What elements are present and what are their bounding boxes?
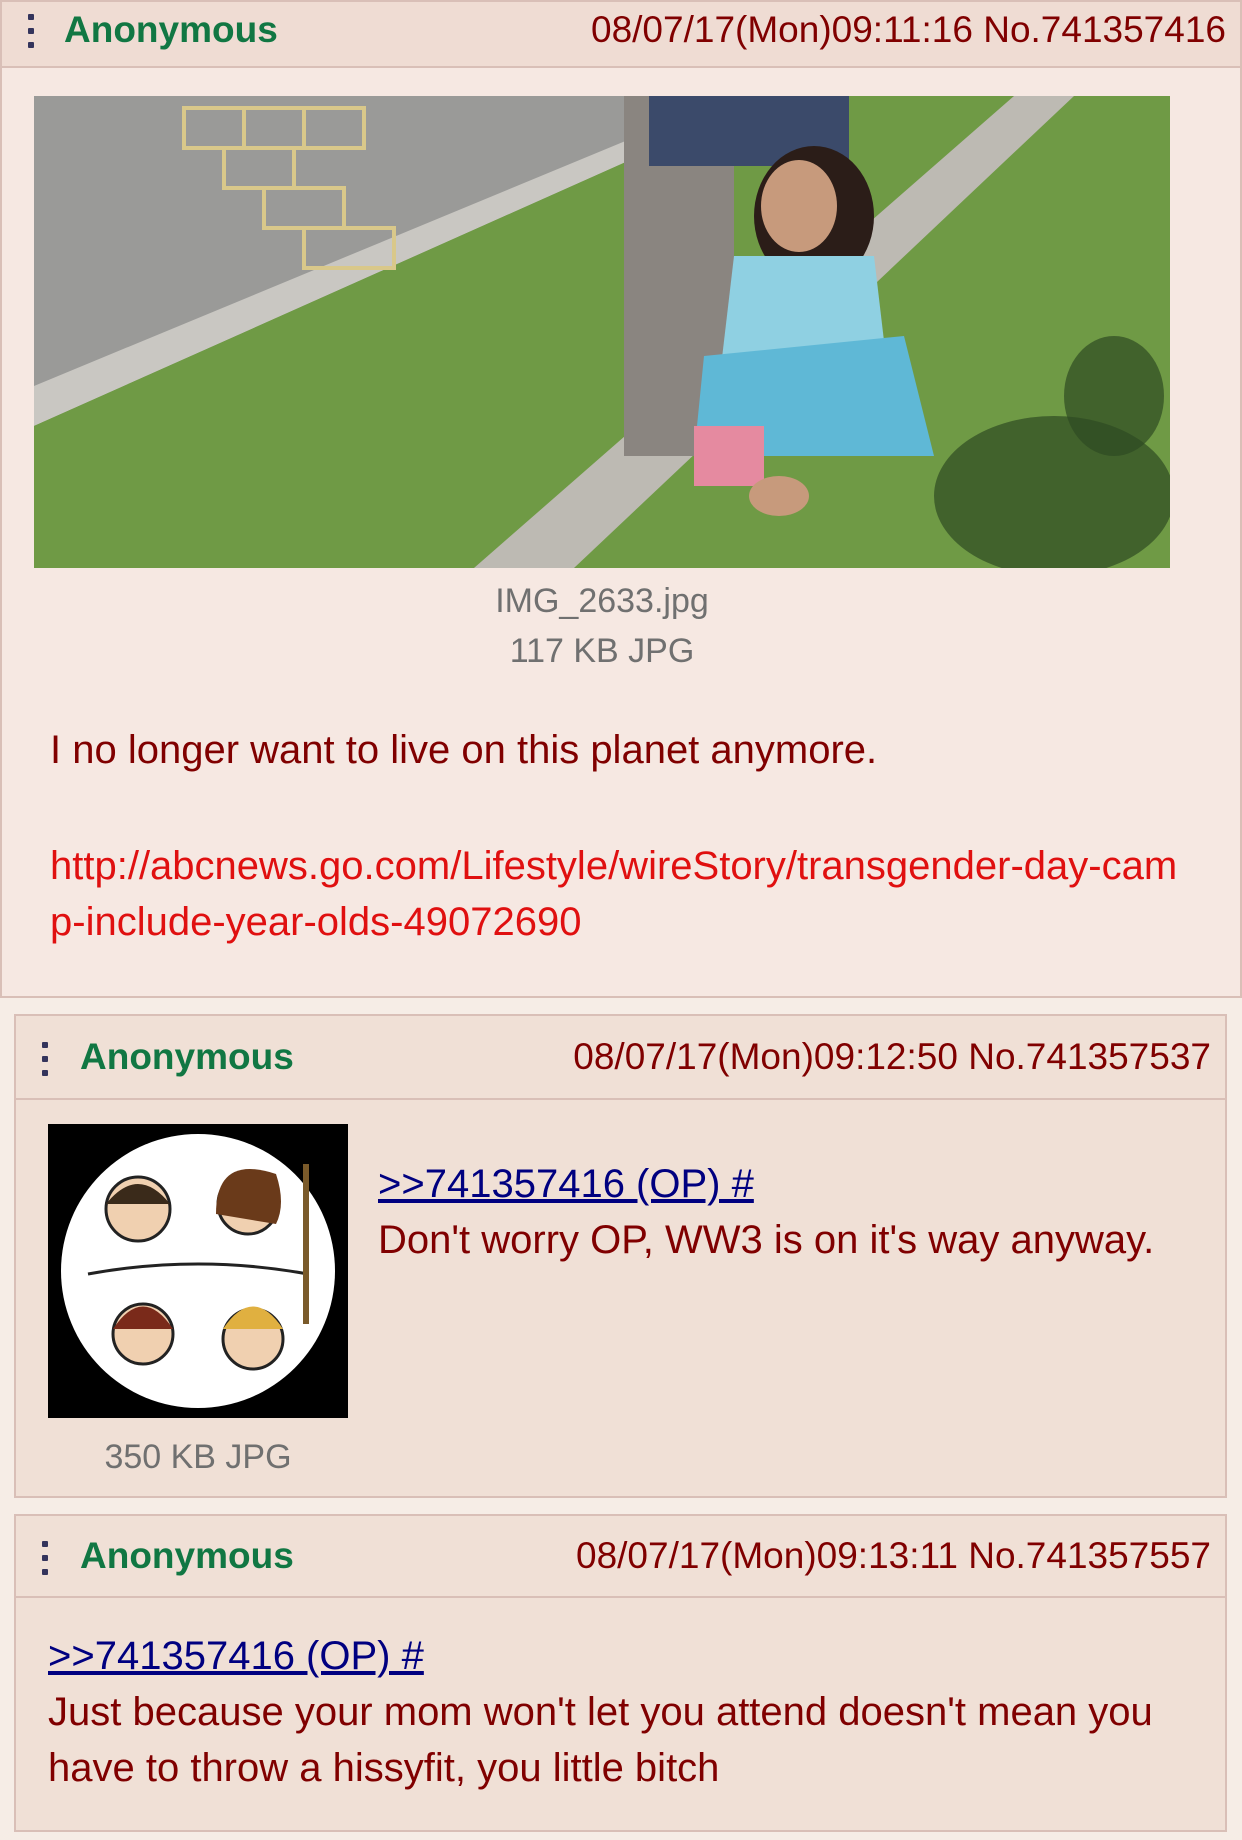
post-meta: 08/07/17(Mon)09:11:16 No.741357416 — [591, 9, 1226, 51]
post-op: Anonymous 08/07/17(Mon)09:11:16 No.74135… — [0, 0, 1242, 998]
reply-post: Anonymous 08/07/17(Mon)09:12:50 No.74135… — [14, 1014, 1227, 1498]
quote-link[interactable]: >>741357416 (OP) # — [48, 1628, 1178, 1684]
post-link[interactable]: http://abcnews.go.com/Lifestyle/wireStor… — [50, 838, 1180, 950]
post-menu-icon[interactable] — [42, 1042, 50, 1076]
post-comment: Don't worry OP, WW3 is on it's way anywa… — [378, 1218, 1155, 1262]
post-number[interactable]: No.741357537 — [968, 1036, 1211, 1077]
reply-post: Anonymous 08/07/17(Mon)09:13:11 No.74135… — [14, 1514, 1227, 1832]
post-meta: 08/07/17(Mon)09:12:50 No.741357537 — [573, 1036, 1211, 1078]
post-menu-icon[interactable] — [28, 14, 36, 48]
poster-name: Anonymous — [64, 9, 278, 50]
post-header: Anonymous 08/07/17(Mon)09:12:50 No.74135… — [16, 1016, 1225, 1100]
post-datetime: 08/07/17(Mon)09:12:50 — [573, 1036, 958, 1077]
post-meta: 08/07/17(Mon)09:13:11 No.741357557 — [576, 1535, 1211, 1577]
post-datetime: 08/07/17(Mon)09:13:11 — [576, 1535, 958, 1576]
poster-name: Anonymous — [80, 1535, 294, 1576]
post-datetime: 08/07/17(Mon)09:11:16 — [591, 9, 973, 50]
file-name[interactable]: IMG_2633.jpg — [2, 582, 1202, 621]
post-body: >>741357416 (OP) # Just because your mom… — [48, 1628, 1178, 1796]
post-comment: Just because your mom won't let you atte… — [48, 1690, 1153, 1790]
file-size: 117 KB JPG — [509, 632, 695, 670]
post-image[interactable] — [34, 96, 1170, 568]
quote-link[interactable]: >>741357416 (OP) # — [378, 1156, 1198, 1212]
post-menu-icon[interactable] — [42, 1541, 50, 1575]
post-thumbnail[interactable] — [48, 1124, 348, 1418]
post-header: Anonymous 08/07/17(Mon)09:13:11 No.74135… — [16, 1516, 1225, 1598]
file-size: 350 KB JPG — [104, 1438, 292, 1476]
post-header: Anonymous 08/07/17(Mon)09:11:16 No.74135… — [2, 2, 1240, 68]
poster-name: Anonymous — [80, 1036, 294, 1077]
post-comment: I no longer want to live on this planet … — [50, 728, 878, 772]
post-number[interactable]: No.741357416 — [983, 9, 1226, 50]
post-body: >>741357416 (OP) # Don't worry OP, WW3 i… — [378, 1156, 1198, 1268]
post-number[interactable]: No.741357557 — [968, 1535, 1211, 1576]
